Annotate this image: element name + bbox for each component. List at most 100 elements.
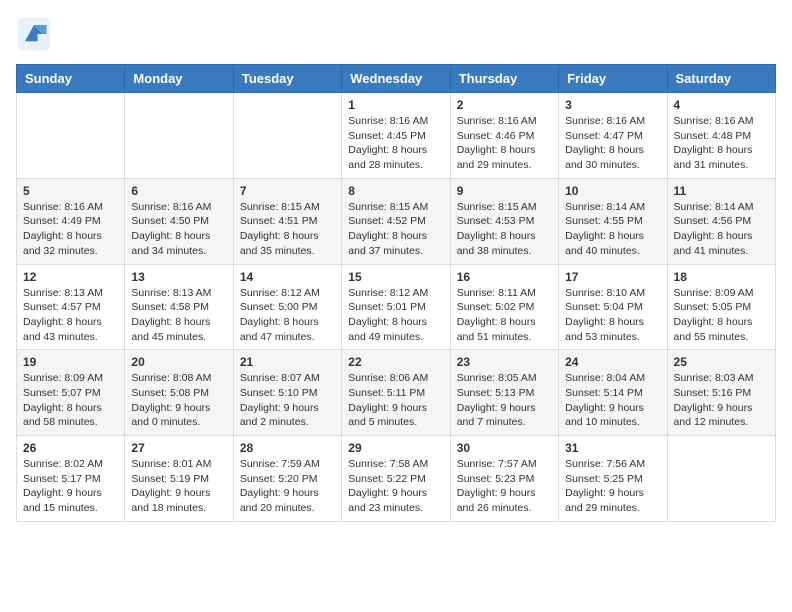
calendar-cell: 7Sunrise: 8:15 AM Sunset: 4:51 PM Daylig… — [233, 178, 341, 264]
calendar-cell: 5 Sunrise: 8:16 AM Sunset: 4:49 PM Daylig… — [17, 178, 125, 264]
day-number: 2 — [457, 98, 552, 112]
day-info: Sunrise: 8:14 AM Sunset: 4:56 PM Dayligh… — [674, 200, 769, 259]
day-info: Sunrise: 8:01 AM Sunset: 5:19 PM Dayligh… — [131, 457, 226, 516]
calendar-cell: 8 Sunrise: 8:15 AM Sunset: 4:52 PM Daylig… — [342, 178, 450, 264]
day-info: Sunrise: 8:16 AM Sunset: 4:48 PM Dayligh… — [674, 114, 769, 173]
calendar-cell: 2 Sunrise: 8:16 AM Sunset: 4:46 PM Daylig… — [450, 93, 558, 179]
day-info: Sunrise: 8:16 AM Sunset: 4:46 PM Dayligh… — [457, 114, 552, 173]
day-number: 31 — [565, 441, 660, 455]
day-info: Sunrise: 8:07 AM Sunset: 5:10 PM Dayligh… — [240, 371, 335, 430]
day-number: 22 — [348, 355, 443, 369]
day-info: Sunrise: 8:08 AM Sunset: 5:08 PM Dayligh… — [131, 371, 226, 430]
day-number: 23 — [457, 355, 552, 369]
day-info: Sunrise: 8:09 AM Sunset: 5:05 PM Dayligh… — [674, 286, 769, 345]
calendar-cell: 19 Sunrise: 8:09 AM Sunset: 5:07 PM Dayli… — [17, 350, 125, 436]
calendar-week-row: 12 Sunrise: 8:13 AM Sunset: 4:57 PM Dayli… — [17, 264, 776, 350]
calendar-cell: 15 Sunrise: 8:12 AM Sunset: 5:01 PM Dayli… — [342, 264, 450, 350]
weekday-header-tuesday: Tuesday — [233, 65, 341, 93]
day-number: 29 — [348, 441, 443, 455]
calendar-cell: 10Sunrise: 8:14 AM Sunset: 4:55 PM Dayli… — [559, 178, 667, 264]
day-info: Sunrise: 7:56 AM Sunset: 5:25 PM Dayligh… — [565, 457, 660, 516]
calendar-cell: 22 Sunrise: 8:06 AM Sunset: 5:11 PM Dayli… — [342, 350, 450, 436]
day-info: Sunrise: 7:59 AM Sunset: 5:20 PM Dayligh… — [240, 457, 335, 516]
day-info: Sunrise: 8:06 AM Sunset: 5:11 PM Dayligh… — [348, 371, 443, 430]
calendar-cell: 13Sunrise: 8:13 AM Sunset: 4:58 PM Dayli… — [125, 264, 233, 350]
calendar-cell — [125, 93, 233, 179]
day-number: 7 — [240, 184, 335, 198]
calendar-cell: 23 Sunrise: 8:05 AM Sunset: 5:13 PM Dayli… — [450, 350, 558, 436]
page-header — [16, 16, 776, 52]
calendar-cell: 9 Sunrise: 8:15 AM Sunset: 4:53 PM Daylig… — [450, 178, 558, 264]
day-number: 17 — [565, 270, 660, 284]
calendar-cell: 16 Sunrise: 8:11 AM Sunset: 5:02 PM Dayli… — [450, 264, 558, 350]
day-number: 25 — [674, 355, 769, 369]
day-info: Sunrise: 8:16 AM Sunset: 4:45 PM Dayligh… — [348, 114, 443, 173]
day-info: Sunrise: 8:16 AM Sunset: 4:50 PM Dayligh… — [131, 200, 226, 259]
day-info: Sunrise: 8:15 AM Sunset: 4:52 PM Dayligh… — [348, 200, 443, 259]
day-number: 24 — [565, 355, 660, 369]
calendar-cell: 3 Sunrise: 8:16 AM Sunset: 4:47 PM Daylig… — [559, 93, 667, 179]
weekday-header-sunday: Sunday — [17, 65, 125, 93]
calendar-cell: 18Sunrise: 8:09 AM Sunset: 5:05 PM Dayli… — [667, 264, 775, 350]
calendar-cell: 12 Sunrise: 8:13 AM Sunset: 4:57 PM Dayli… — [17, 264, 125, 350]
weekday-header-wednesday: Wednesday — [342, 65, 450, 93]
day-info: Sunrise: 7:57 AM Sunset: 5:23 PM Dayligh… — [457, 457, 552, 516]
calendar-cell: 24Sunrise: 8:04 AM Sunset: 5:14 PM Dayli… — [559, 350, 667, 436]
day-info: Sunrise: 8:11 AM Sunset: 5:02 PM Dayligh… — [457, 286, 552, 345]
day-info: Sunrise: 8:12 AM Sunset: 5:00 PM Dayligh… — [240, 286, 335, 345]
day-number: 27 — [131, 441, 226, 455]
day-info: Sunrise: 8:15 AM Sunset: 4:53 PM Dayligh… — [457, 200, 552, 259]
day-number: 28 — [240, 441, 335, 455]
calendar-table: SundayMondayTuesdayWednesdayThursdayFrid… — [16, 64, 776, 522]
weekday-header-saturday: Saturday — [667, 65, 775, 93]
calendar-cell: 20Sunrise: 8:08 AM Sunset: 5:08 PM Dayli… — [125, 350, 233, 436]
day-number: 13 — [131, 270, 226, 284]
day-info: Sunrise: 8:09 AM Sunset: 5:07 PM Dayligh… — [23, 371, 118, 430]
day-number: 26 — [23, 441, 118, 455]
calendar-cell: 28 Sunrise: 7:59 AM Sunset: 5:20 PM Dayli… — [233, 436, 341, 522]
day-number: 5 — [23, 184, 118, 198]
calendar-cell: 27 Sunrise: 8:01 AM Sunset: 5:19 PM Dayli… — [125, 436, 233, 522]
weekday-header-row: SundayMondayTuesdayWednesdayThursdayFrid… — [17, 65, 776, 93]
calendar-cell: 25Sunrise: 8:03 AM Sunset: 5:16 PM Dayli… — [667, 350, 775, 436]
weekday-header-monday: Monday — [125, 65, 233, 93]
day-number: 12 — [23, 270, 118, 284]
day-info: Sunrise: 8:13 AM Sunset: 4:57 PM Dayligh… — [23, 286, 118, 345]
calendar-cell: 6 Sunrise: 8:16 AM Sunset: 4:50 PM Daylig… — [125, 178, 233, 264]
day-number: 10 — [565, 184, 660, 198]
calendar-cell: 26 Sunrise: 8:02 AM Sunset: 5:17 PM Dayli… — [17, 436, 125, 522]
day-info: Sunrise: 8:02 AM Sunset: 5:17 PM Dayligh… — [23, 457, 118, 516]
day-number: 15 — [348, 270, 443, 284]
logo — [16, 16, 56, 52]
day-number: 6 — [131, 184, 226, 198]
day-number: 19 — [23, 355, 118, 369]
calendar-week-row: 1 Sunrise: 8:16 AM Sunset: 4:45 PM Daylig… — [17, 93, 776, 179]
calendar-cell: 29 Sunrise: 7:58 AM Sunset: 5:22 PM Dayli… — [342, 436, 450, 522]
calendar-cell: 17 Sunrise: 8:10 AM Sunset: 5:04 PM Dayli… — [559, 264, 667, 350]
calendar-week-row: 26 Sunrise: 8:02 AM Sunset: 5:17 PM Dayli… — [17, 436, 776, 522]
day-info: Sunrise: 8:10 AM Sunset: 5:04 PM Dayligh… — [565, 286, 660, 345]
day-number: 14 — [240, 270, 335, 284]
day-number: 3 — [565, 98, 660, 112]
day-number: 16 — [457, 270, 552, 284]
weekday-header-thursday: Thursday — [450, 65, 558, 93]
day-info: Sunrise: 7:58 AM Sunset: 5:22 PM Dayligh… — [348, 457, 443, 516]
day-number: 9 — [457, 184, 552, 198]
day-info: Sunrise: 8:05 AM Sunset: 5:13 PM Dayligh… — [457, 371, 552, 430]
day-number: 8 — [348, 184, 443, 198]
day-number: 4 — [674, 98, 769, 112]
calendar-week-row: 5 Sunrise: 8:16 AM Sunset: 4:49 PM Daylig… — [17, 178, 776, 264]
calendar-cell: 31 Sunrise: 7:56 AM Sunset: 5:25 PM Dayli… — [559, 436, 667, 522]
weekday-header-friday: Friday — [559, 65, 667, 93]
day-info: Sunrise: 8:12 AM Sunset: 5:01 PM Dayligh… — [348, 286, 443, 345]
logo-icon — [16, 16, 52, 52]
day-number: 21 — [240, 355, 335, 369]
calendar-cell — [233, 93, 341, 179]
calendar-cell: 11Sunrise: 8:14 AM Sunset: 4:56 PM Dayli… — [667, 178, 775, 264]
day-info: Sunrise: 8:16 AM Sunset: 4:47 PM Dayligh… — [565, 114, 660, 173]
day-number: 30 — [457, 441, 552, 455]
day-number: 1 — [348, 98, 443, 112]
calendar-cell: 1 Sunrise: 8:16 AM Sunset: 4:45 PM Daylig… — [342, 93, 450, 179]
day-info: Sunrise: 8:16 AM Sunset: 4:49 PM Dayligh… — [23, 200, 118, 259]
calendar-week-row: 19 Sunrise: 8:09 AM Sunset: 5:07 PM Dayli… — [17, 350, 776, 436]
